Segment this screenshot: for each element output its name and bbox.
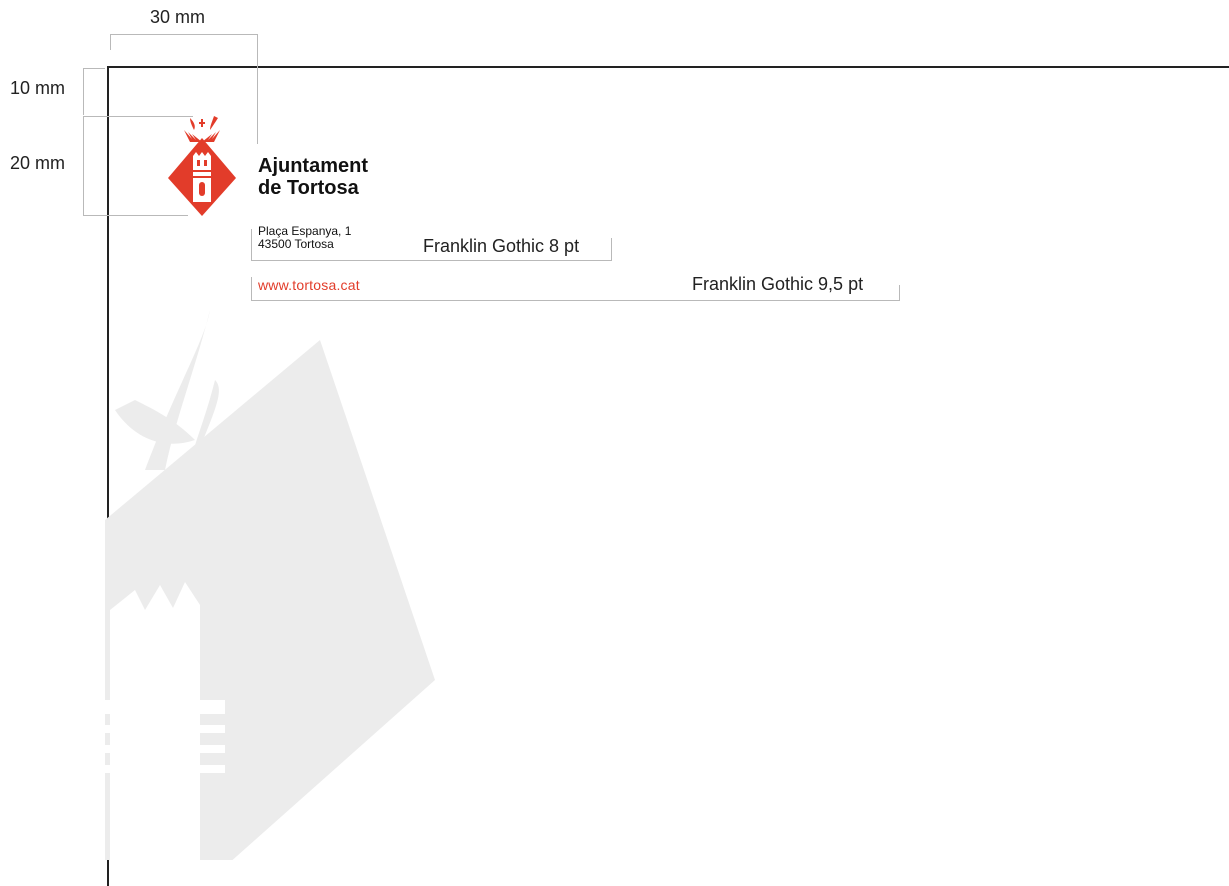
- brand-name: Ajuntament de Tortosa: [258, 155, 368, 199]
- website-bracket-left: [251, 277, 252, 301]
- dimension-width-tick-left: [110, 34, 111, 50]
- dimension-logo-line: [83, 116, 84, 216]
- dimension-logo-label: 20 mm: [10, 153, 66, 173]
- address-bracket-left: [251, 229, 252, 261]
- brand-line-1: Ajuntament: [258, 155, 368, 177]
- address-bracket-bottom: [251, 260, 612, 261]
- address-bracket-right: [611, 238, 612, 261]
- website-bracket-right: [899, 285, 900, 301]
- brand-line-2: de Tortosa: [258, 177, 359, 199]
- website-font-spec: Franklin Gothic 9,5 pt: [692, 274, 864, 294]
- website-url: www.tortosa.cat: [258, 277, 360, 293]
- dimension-top-tick-top: [83, 68, 105, 69]
- dimension-width-line: [110, 34, 258, 35]
- dimension-top-label: 10 mm: [10, 78, 66, 98]
- website-bracket-bottom: [251, 300, 900, 301]
- dimension-width-label: 30 mm: [150, 7, 206, 27]
- watermark-emblem: [105, 300, 435, 860]
- address-line-2: 43500 Tortosa: [258, 237, 334, 251]
- address-font-spec: Franklin Gothic 8 pt: [423, 236, 580, 256]
- tortosa-emblem-icon: [168, 112, 236, 220]
- dimension-top-line: [83, 68, 84, 115]
- address-block: Plaça Espanya, 1 43500 Tortosa: [258, 225, 351, 251]
- dimension-width-tick-right: [257, 34, 258, 144]
